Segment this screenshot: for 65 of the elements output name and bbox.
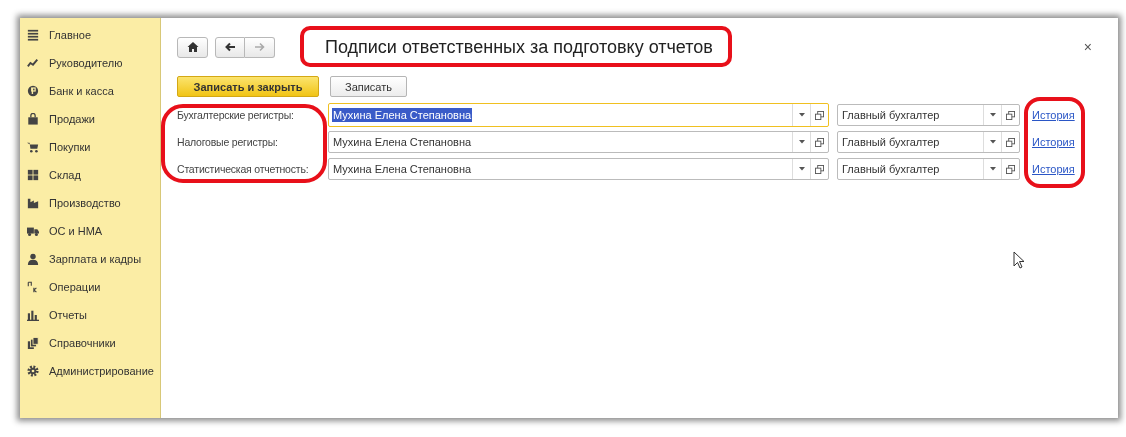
gear-icon bbox=[27, 365, 39, 377]
home-icon bbox=[186, 41, 199, 53]
history-link[interactable]: История bbox=[1032, 136, 1075, 148]
books-icon bbox=[27, 337, 39, 349]
field-value: Мухина Елена Степановна bbox=[332, 163, 473, 175]
save-button[interactable]: Записать bbox=[330, 76, 407, 97]
position-field[interactable]: Главный бухгалтер bbox=[837, 131, 1020, 153]
person-field[interactable]: Мухина Елена Степановна bbox=[328, 131, 829, 153]
sidebar-item[interactable]: Покупки bbox=[20, 133, 160, 161]
field-value: Мухина Елена Степановна bbox=[332, 136, 473, 148]
sidebar-item[interactable]: Банк и касса bbox=[20, 77, 160, 105]
field-value: Главный бухгалтер bbox=[841, 109, 941, 121]
sidebar-item[interactable]: Склад bbox=[20, 161, 160, 189]
sidebar-item[interactable]: Руководителю bbox=[20, 49, 160, 77]
caret-icon bbox=[989, 140, 996, 144]
sidebar-item[interactable]: ОС и НМА bbox=[20, 217, 160, 245]
open-window-icon bbox=[1006, 110, 1015, 120]
truck-icon bbox=[27, 225, 39, 237]
field-value: Мухина Елена Степановна bbox=[332, 108, 473, 122]
open-window-icon bbox=[1006, 137, 1015, 147]
form-title: Подписи ответственных за подготовку отчетов bbox=[325, 36, 713, 58]
caret-icon bbox=[798, 167, 805, 171]
mouse-cursor-icon bbox=[1013, 251, 1025, 269]
open-window-icon bbox=[815, 137, 824, 147]
factory-icon bbox=[27, 197, 39, 209]
open-window-icon bbox=[815, 110, 824, 120]
back-arrow-icon bbox=[224, 41, 236, 53]
back-button[interactable] bbox=[215, 36, 245, 58]
forward-arrow-icon bbox=[253, 41, 266, 53]
open-window-icon bbox=[1006, 164, 1015, 174]
field-label: Налоговые регистры: bbox=[177, 136, 279, 148]
bars-icon bbox=[27, 309, 39, 321]
cart-icon bbox=[27, 141, 39, 153]
caret-icon bbox=[989, 167, 996, 171]
field-label: Бухгалтерские регистры: bbox=[177, 109, 295, 121]
close-button[interactable]: × bbox=[1083, 39, 1092, 55]
field-value: Главный бухгалтер bbox=[841, 136, 941, 148]
bag-icon bbox=[27, 113, 39, 125]
history-link[interactable]: История bbox=[1032, 163, 1075, 175]
sidebar-item[interactable]: Продажи bbox=[20, 105, 160, 133]
position-field[interactable]: Главный бухгалтер bbox=[837, 104, 1020, 126]
coin-icon bbox=[27, 85, 39, 97]
open-window-icon bbox=[815, 164, 824, 174]
sidebar-item[interactable]: Производство bbox=[20, 189, 160, 217]
grid-icon bbox=[27, 169, 39, 181]
sidebar-item[interactable]: Администрирование bbox=[20, 357, 160, 385]
person-field[interactable]: Мухина Елена Степановна bbox=[328, 103, 829, 127]
caret-icon bbox=[989, 113, 996, 117]
save-and-close-button[interactable]: Записать и закрыть bbox=[177, 76, 319, 97]
sidebar-item[interactable]: Отчеты bbox=[20, 301, 160, 329]
trend-icon bbox=[27, 57, 39, 69]
home-button[interactable] bbox=[177, 36, 208, 58]
person-field[interactable]: Мухина Елена Степановна bbox=[328, 158, 829, 180]
history-link[interactable]: История bbox=[1032, 109, 1075, 121]
position-field[interactable]: Главный бухгалтер bbox=[837, 158, 1020, 180]
field-label: Статистическая отчетность: bbox=[177, 163, 310, 175]
caret-icon bbox=[798, 140, 805, 144]
sidebar-item[interactable]: Справочники bbox=[20, 329, 160, 357]
sidebar-item[interactable]: Операции bbox=[20, 273, 160, 301]
field-value: Главный бухгалтер bbox=[841, 163, 941, 175]
sidebar-item[interactable]: Главное bbox=[20, 21, 160, 49]
caret-icon bbox=[798, 113, 805, 117]
sidebar-item[interactable]: Зарплата и кадры bbox=[20, 245, 160, 273]
menu-icon bbox=[27, 29, 39, 41]
person-icon bbox=[27, 253, 39, 265]
